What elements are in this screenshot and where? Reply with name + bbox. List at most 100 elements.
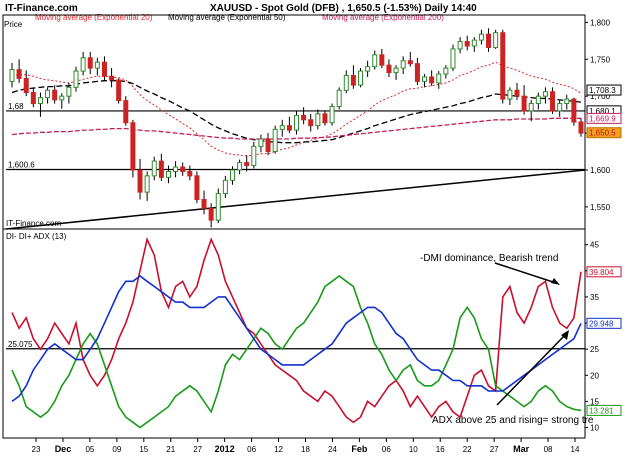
- threshold-label: 25.075: [8, 340, 33, 349]
- candle-body: [578, 121, 584, 134]
- chart-svg: IT-Finance.com XAUUSD - Spot Gold (DFB) …: [2, 3, 622, 454]
- candle-body: [457, 41, 463, 50]
- candle-body: [507, 89, 513, 100]
- candle-body: [52, 89, 58, 101]
- candle-body: [151, 160, 157, 177]
- candle-body: [279, 125, 285, 130]
- candle-body: [130, 122, 136, 171]
- candle-body: [308, 119, 314, 127]
- price-label: Price: [4, 20, 23, 29]
- candle-body: [201, 198, 207, 209]
- price-ytick-label: 1,600: [590, 166, 611, 175]
- candle-body: [94, 61, 100, 69]
- candle-body: [173, 166, 179, 172]
- candle-body: [244, 162, 250, 167]
- candle-body: [73, 70, 79, 88]
- ind-ytick-label: 20: [590, 371, 599, 380]
- candle-body: [386, 64, 392, 74]
- candle-body: [436, 73, 442, 84]
- candle-body: [372, 54, 378, 68]
- candle-body: [109, 75, 115, 81]
- candle-body: [564, 98, 570, 105]
- price-tag-label: 1,708.3: [589, 86, 616, 95]
- ind-tag-label: 39.804: [589, 268, 614, 277]
- candle-body: [45, 89, 51, 99]
- candle-body: [535, 95, 541, 105]
- xtick-label: 16: [436, 445, 445, 454]
- xtick-label: 23: [32, 445, 41, 454]
- xtick-label: 10: [409, 445, 418, 454]
- candle-body: [343, 75, 349, 91]
- xtick-label: 15: [139, 445, 148, 454]
- candle-body: [322, 113, 328, 124]
- candle-body: [116, 79, 122, 102]
- price-tag-label: 1,650.5: [589, 129, 616, 138]
- price-ytick-label: 1,550: [590, 203, 611, 212]
- candle-body: [16, 69, 22, 79]
- candle-body: [571, 98, 577, 123]
- annotation-bearish: -DMI dominance, Bearish trend: [420, 253, 558, 264]
- xtick-label: 24: [328, 445, 337, 454]
- xtick-label: 22: [463, 445, 472, 454]
- price-ytick-label: 1,750: [590, 55, 611, 64]
- candle-body: [493, 32, 499, 48]
- candle-body: [272, 128, 278, 153]
- candle-body: [471, 39, 477, 47]
- xtick-label: 21: [166, 445, 175, 454]
- candle-body: [194, 175, 200, 200]
- xtick-label: 12: [274, 445, 283, 454]
- candle-body: [251, 145, 257, 167]
- xtick-label: 2012: [215, 444, 235, 454]
- xtick-label: 05: [85, 445, 94, 454]
- candle-body: [365, 66, 371, 72]
- annotation-adx: ADX above 25 and rising= strong tre: [432, 415, 594, 426]
- candle-body: [358, 70, 364, 86]
- candle-body: [514, 89, 520, 97]
- candle-body: [144, 175, 150, 193]
- candle-body: [429, 76, 435, 84]
- candle-body: [187, 170, 193, 177]
- candle-body: [557, 103, 563, 112]
- candle-body: [500, 32, 506, 100]
- candle-body: [286, 125, 292, 131]
- candle-body: [414, 63, 420, 82]
- trendline: [5, 169, 586, 230]
- candle-body: [123, 100, 129, 124]
- candle-body: [9, 69, 15, 82]
- candle-body: [137, 169, 143, 193]
- ind-ytick-label: 35: [590, 293, 599, 302]
- xtick-label: 08: [544, 445, 553, 454]
- ind-ytick-label: 45: [590, 241, 599, 250]
- ma2-legend: Moving average (Exponential 50): [168, 13, 286, 22]
- annotation-arrow-1: [494, 262, 557, 284]
- candle-body: [379, 54, 385, 66]
- candle-body: [443, 67, 449, 75]
- candle-body: [301, 114, 307, 121]
- ma3-legend: Moving average (Exponential 200): [322, 13, 444, 22]
- candle-body: [165, 170, 171, 178]
- candle-body: [350, 75, 356, 86]
- hline-label-1: 1,600.6: [8, 161, 35, 170]
- candle-body: [237, 162, 243, 171]
- candle-body: [222, 179, 228, 195]
- candle-body: [329, 106, 335, 124]
- ind-ytick-label: 25: [590, 345, 599, 354]
- price-plot: 1,68 1,600.6: [5, 28, 586, 230]
- price-tag-label: 1,669.9: [589, 114, 616, 123]
- xtick-label: Mar: [513, 444, 530, 454]
- annotation-arrowhead-1: [551, 278, 560, 285]
- candle-body: [486, 33, 492, 48]
- candle-body: [258, 138, 264, 147]
- xtick-label: Feb: [351, 444, 368, 454]
- xtick-label: Dec: [55, 444, 72, 454]
- candle-body: [208, 207, 214, 221]
- candle-body: [37, 97, 43, 105]
- candle-body: [87, 57, 93, 69]
- indicator-title: DI- DI+ ADX (13): [6, 232, 67, 241]
- candle-body: [215, 193, 221, 221]
- xtick-label: 18: [301, 445, 310, 454]
- candle-body: [542, 91, 548, 97]
- candle-body: [464, 41, 470, 47]
- ma-line-0: [11, 61, 582, 157]
- candle-body: [315, 113, 321, 127]
